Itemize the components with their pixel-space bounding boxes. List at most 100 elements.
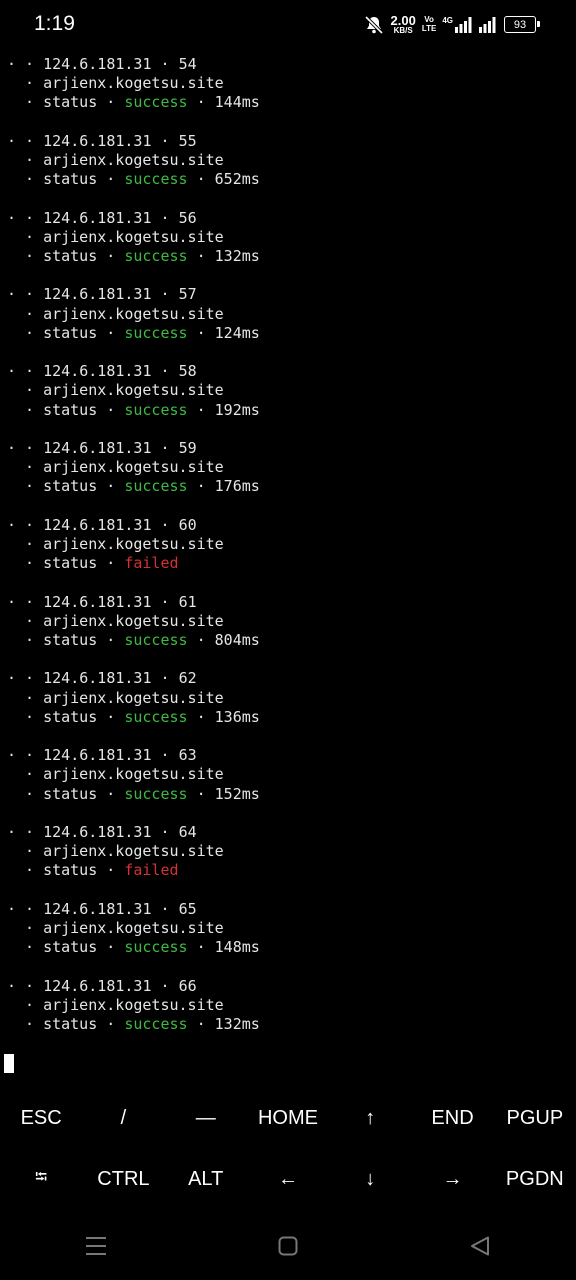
ping-host-line: · arjienx.kogetsu.site xyxy=(25,150,224,169)
ping-ip: 124.6.181.31 xyxy=(43,899,152,918)
ping-entry: · · 124.6.181.31 · 58 · arjienx.kogetsu.s… xyxy=(0,362,576,439)
ping-seq: 58 xyxy=(178,362,197,381)
ping-status-label: status xyxy=(43,477,98,496)
ping-target-line: · · 124.6.181.31 · 54 xyxy=(7,55,197,73)
ping-host: arjienx.kogetsu.site xyxy=(43,918,224,937)
ping-host-line: · arjienx.kogetsu.site xyxy=(25,995,224,1014)
ping-status: success xyxy=(124,1014,188,1033)
ping-entry: · · 124.6.181.31 · 61 · arjienx.kogetsu.s… xyxy=(0,593,576,670)
ping-host-line: · arjienx.kogetsu.site xyxy=(25,534,224,553)
terminal-cursor xyxy=(4,1054,14,1073)
ping-target-line: · · 124.6.181.31 · 64 xyxy=(7,822,197,841)
ping-status-line: · status · success · 148ms xyxy=(25,938,260,957)
ping-host-line: · arjienx.kogetsu.site xyxy=(25,688,224,707)
key-ctrl[interactable]: CTRL xyxy=(82,1149,164,1210)
ping-seq: 61 xyxy=(178,592,197,611)
key-right[interactable]: → xyxy=(411,1149,493,1210)
ping-seq: 66 xyxy=(178,976,197,995)
ping-ip: 124.6.181.31 xyxy=(43,285,152,304)
ping-host-line: · arjienx.kogetsu.site xyxy=(25,611,224,630)
signal-icon xyxy=(478,16,498,33)
key-slash[interactable]: / xyxy=(82,1088,164,1149)
signal-group-1: 4G xyxy=(442,16,472,33)
signal-icon xyxy=(454,16,472,33)
ping-status-line: · status · success · 804ms xyxy=(25,630,260,649)
home-button[interactable] xyxy=(192,1236,384,1260)
ping-entry: · · 124.6.181.31 · 57 · arjienx.kogetsu.s… xyxy=(0,285,576,362)
net-speed-unit: KB/S xyxy=(393,26,413,35)
ping-ip: 124.6.181.31 xyxy=(43,362,152,381)
ping-status: success xyxy=(124,630,188,649)
status-bar: 1:19 2.00 KB/S Vo LTE 4G 93 xyxy=(0,0,576,52)
ping-status: success xyxy=(124,93,188,112)
back-icon xyxy=(470,1236,490,1260)
key-esc[interactable]: ESC xyxy=(0,1088,82,1149)
ping-ip: 124.6.181.31 xyxy=(43,131,152,150)
ping-latency: 152ms xyxy=(214,784,260,803)
ping-ip: 124.6.181.31 xyxy=(43,208,152,227)
key-home[interactable]: HOME xyxy=(247,1088,329,1149)
ping-status-label: status xyxy=(43,323,98,342)
key-down[interactable]: ↓ xyxy=(329,1149,411,1210)
ping-status-line: · status · success · 124ms xyxy=(25,323,260,342)
key-end[interactable]: END xyxy=(411,1088,493,1149)
ping-target-line: · · 124.6.181.31 · 56 xyxy=(7,208,197,227)
ping-seq: 60 xyxy=(178,515,197,534)
ping-status: success xyxy=(124,477,188,496)
ping-ip: 124.6.181.31 xyxy=(43,438,152,457)
key-dash[interactable]: — xyxy=(165,1088,247,1149)
ping-entry: · · 124.6.181.31 · 55 · arjienx.kogetsu.s… xyxy=(0,132,576,209)
ping-seq: 62 xyxy=(178,669,197,688)
ping-entry: · · 124.6.181.31 · 66 · arjienx.kogetsu.s… xyxy=(0,977,576,1054)
ping-entry: · · 124.6.181.31 · 65 · arjienx.kogetsu.s… xyxy=(0,900,576,977)
ping-status-line: · status · success · 144ms xyxy=(25,93,260,112)
ping-latency: 192ms xyxy=(214,400,260,419)
ping-status-label: status xyxy=(43,938,98,957)
key-left[interactable]: ← xyxy=(247,1149,329,1210)
ping-status-label: status xyxy=(43,861,98,880)
ping-ip: 124.6.181.31 xyxy=(43,592,152,611)
terminal-output[interactable]: · · 124.6.181.31 · 54 · arjienx.kogetsu.s… xyxy=(0,55,576,1053)
ping-status-line: · status · success · 136ms xyxy=(25,707,260,726)
ping-ip: 124.6.181.31 xyxy=(43,746,152,765)
key-up[interactable]: ↑ xyxy=(329,1088,411,1149)
ping-host: arjienx.kogetsu.site xyxy=(43,381,224,400)
ping-target-line: · · 124.6.181.31 · 60 xyxy=(7,515,197,534)
key-tab[interactable]: ⭾ xyxy=(0,1149,82,1210)
ping-status: success xyxy=(124,323,188,342)
recents-icon xyxy=(85,1236,107,1260)
ping-ip: 124.6.181.31 xyxy=(43,55,152,73)
key-pgup[interactable]: PGUP xyxy=(494,1088,576,1149)
ping-status-label: status xyxy=(43,554,98,573)
ping-latency: 804ms xyxy=(214,630,260,649)
ping-host: arjienx.kogetsu.site xyxy=(43,765,224,784)
ping-status-label: status xyxy=(43,707,98,726)
ping-seq: 54 xyxy=(178,55,197,73)
ping-status-line: · status · success · 152ms xyxy=(25,784,260,803)
ping-target-line: · · 124.6.181.31 · 65 xyxy=(7,899,197,918)
ping-status-label: status xyxy=(43,246,98,265)
ping-latency: 136ms xyxy=(214,707,260,726)
ping-target-line: · · 124.6.181.31 · 62 xyxy=(7,669,197,688)
ping-target-line: · · 124.6.181.31 · 61 xyxy=(7,592,197,611)
key-alt[interactable]: ALT xyxy=(165,1149,247,1210)
extra-keys-row-2: ⭾ CTRL ALT ← ↓ → PGDN xyxy=(0,1149,576,1210)
back-button[interactable] xyxy=(384,1236,576,1260)
ping-host: arjienx.kogetsu.site xyxy=(43,611,224,630)
ping-host: arjienx.kogetsu.site xyxy=(43,458,224,477)
ping-status: success xyxy=(124,784,188,803)
ping-status-line: · status · failed xyxy=(25,861,179,880)
ping-host: arjienx.kogetsu.site xyxy=(43,150,224,169)
ping-status-label: status xyxy=(43,630,98,649)
ping-status-line: · status · failed xyxy=(25,554,179,573)
ping-entry: · · 124.6.181.31 · 64 · arjienx.kogetsu.s… xyxy=(0,823,576,900)
ping-status-line: · status · success · 132ms xyxy=(25,1014,260,1033)
ping-entry: · · 124.6.181.31 · 59 · arjienx.kogetsu.s… xyxy=(0,439,576,516)
ping-latency: 132ms xyxy=(214,1014,260,1033)
ping-seq: 63 xyxy=(178,746,197,765)
recents-button[interactable] xyxy=(0,1236,192,1260)
ping-host-line: · arjienx.kogetsu.site xyxy=(25,918,224,937)
ping-ip: 124.6.181.31 xyxy=(43,515,152,534)
ping-target-line: · · 124.6.181.31 · 66 xyxy=(7,976,197,995)
key-pgdn[interactable]: PGDN xyxy=(494,1149,576,1210)
